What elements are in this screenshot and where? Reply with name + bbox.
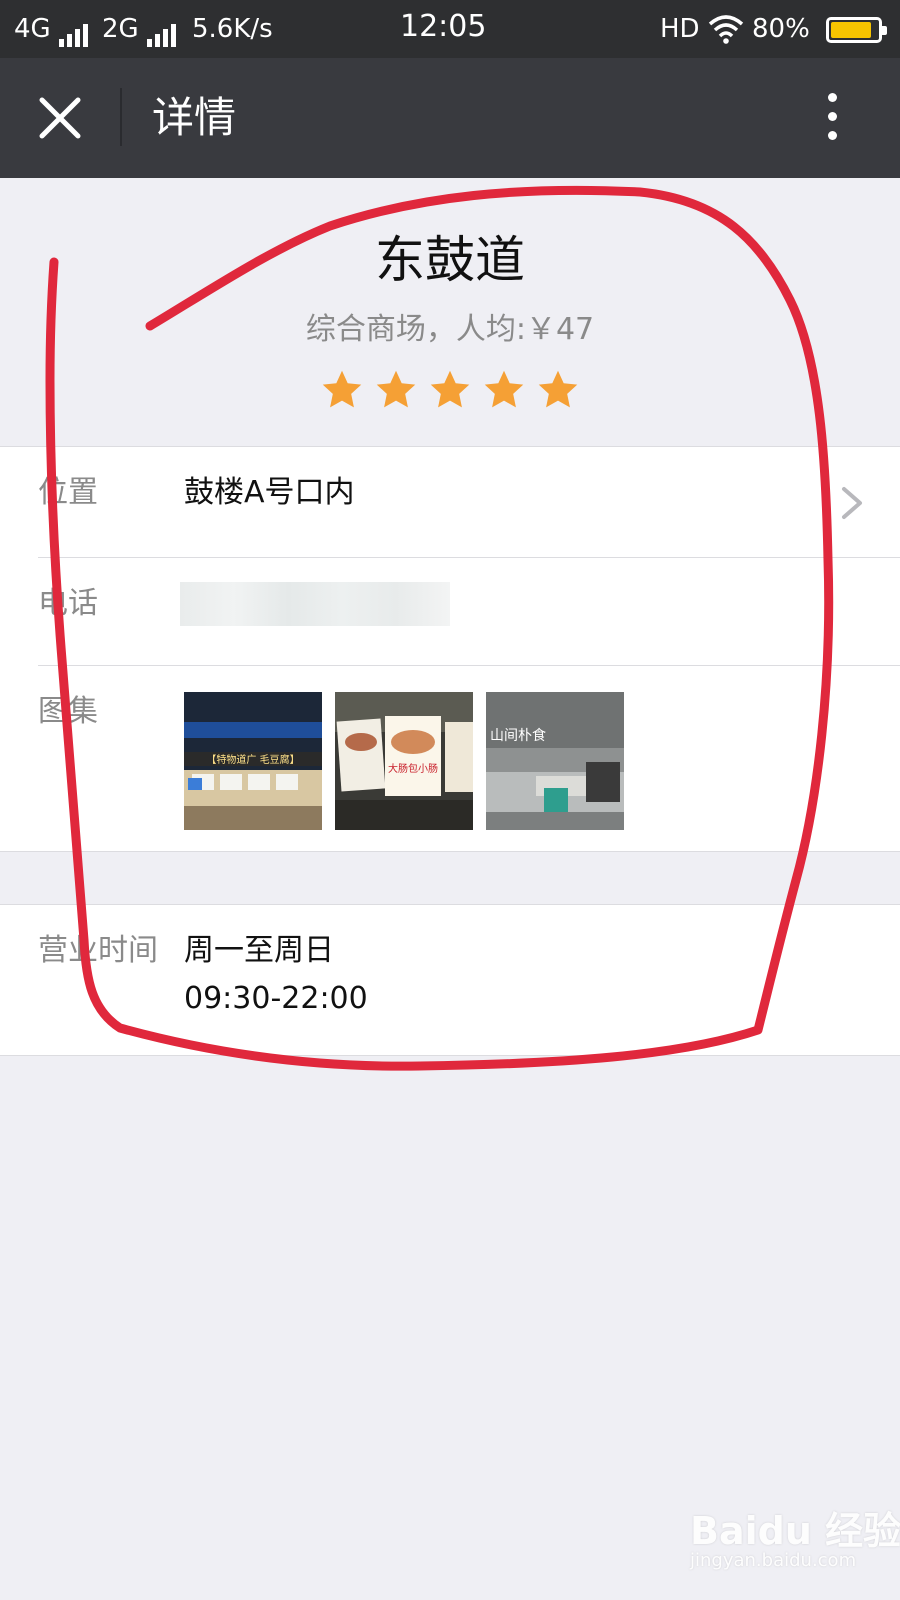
gallery-row: 图集 【特物道广 毛豆腐】 大肠包小肠 山间朴食 [0,666,900,852]
star-icon [538,370,578,408]
storefront-sign-text: 【特物道广 毛豆腐】 [206,753,299,766]
phone-label: 电话 [38,586,98,621]
status-bar: 4G 2G 5.6K/s 12:05 HD 80% [0,0,900,58]
shop-name: 东鼓道 [375,231,525,289]
details-card: 位置 鼓楼A号口内 电话 图集 【特物道广 毛豆腐】 大肠包小肠 山间朴食 [0,446,900,852]
nav-bar: 详情 [0,58,900,178]
gallery-image-menu-board[interactable]: 大肠包小肠 [335,692,473,830]
gallery-image-storefront[interactable]: 【特物道广 毛豆腐】 [184,692,322,830]
star-icon [376,370,416,408]
more-button[interactable] [812,86,852,150]
close-icon [39,97,81,139]
hours-value: 周一至周日 09:30-22:00 [184,927,368,1023]
gallery-label: 图集 [38,694,98,729]
location-label: 位置 [38,475,98,510]
network-type-label: 2G [102,14,139,44]
gallery-image-shop-counter[interactable]: 山间朴食 [486,692,624,830]
phone-row[interactable]: 电话 [0,558,900,666]
shop-header: 东鼓道 综合商场，人均:￥47 [0,178,900,446]
location-row[interactable]: 位置 鼓楼A号口内 [0,447,900,557]
nav-divider [120,88,122,146]
signal-icon [58,13,91,47]
hours-time: 09:30-22:00 [184,981,368,1016]
watermark-sub: jingyan.baidu.com [690,1550,857,1571]
star-icon [430,370,470,408]
network-indicator-2: 2G [102,12,179,47]
battery-icon [826,17,887,43]
location-value: 鼓楼A号口内 [184,475,355,510]
hd-indicator: HD [660,14,700,44]
shop-counter-sign-text: 山间朴食 [490,727,546,744]
hours-days: 周一至周日 [184,933,334,968]
network-indicator-1: 4G [14,12,91,47]
clock: 12:05 [400,9,487,44]
chevron-right-icon [842,487,862,519]
signal-icon [146,13,179,47]
wifi-icon [708,15,744,44]
battery-text: 80% [752,14,810,44]
star-icon [322,370,362,408]
shop-subtitle: 综合商场，人均:￥47 [305,312,595,347]
close-button[interactable] [30,88,90,148]
star-icon [484,370,524,408]
network-speed: 5.6K/s [192,14,273,44]
phone-number-blurred[interactable] [180,582,450,626]
rating-stars [0,368,900,416]
hours-label: 营业时间 [38,933,158,968]
menu-board-sign-text: 大肠包小肠 [388,762,438,775]
page-title: 详情 [152,93,237,142]
watermark-main: Baidu 经验 [690,1509,900,1553]
hours-card: 营业时间 周一至周日 09:30-22:00 [0,904,900,1056]
network-type-label: 4G [14,14,51,44]
more-vertical-icon [812,93,852,140]
baidu-watermark: Baidu 经验 jingyan.baidu.com [690,1500,900,1582]
